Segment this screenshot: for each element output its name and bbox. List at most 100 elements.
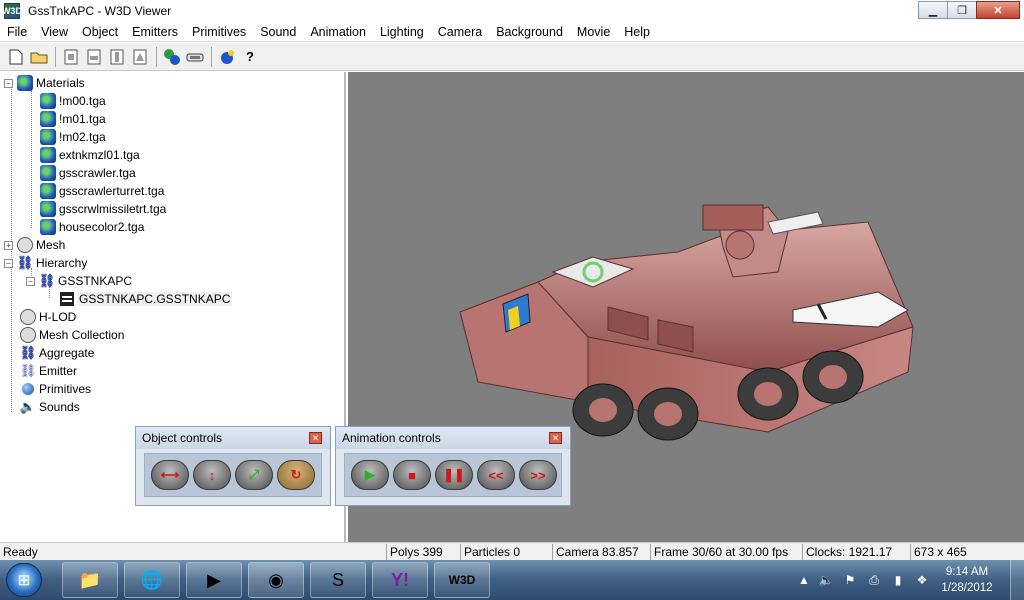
tree-item-mesh[interactable]: + Mesh — [4, 236, 65, 254]
tree-item-hlod[interactable]: H-LOD — [20, 308, 76, 326]
rewind-button[interactable]: << — [477, 460, 515, 490]
status-particles: Particles 0 — [460, 544, 520, 560]
close-button[interactable]: ✕ — [976, 1, 1020, 19]
menu-lighting[interactable]: Lighting — [373, 22, 431, 42]
materials-icon — [17, 75, 33, 91]
w3d-viewer-icon[interactable]: W3D — [434, 562, 490, 598]
rotate-z-button[interactable]: ⤢ — [235, 460, 273, 490]
dropbox-icon[interactable]: ❖ — [914, 572, 930, 588]
view-side-icon[interactable] — [84, 47, 104, 67]
texture-icon — [40, 93, 56, 109]
maximize-button[interactable]: ❐ — [947, 1, 977, 19]
tree-item-material[interactable]: gsscrwlmissiletrt.tga — [40, 200, 166, 218]
tree-item-material[interactable]: !m02.tga — [40, 128, 106, 146]
close-icon[interactable]: ✕ — [309, 432, 322, 444]
devices-icon[interactable]: ⎙ — [866, 572, 882, 588]
menu-primitives[interactable]: Primitives — [185, 22, 253, 42]
hierarchy-icon: ⛓ — [38, 273, 56, 288]
stop-button[interactable]: ■ — [393, 460, 431, 490]
light-icon[interactable] — [217, 47, 237, 67]
media-player-icon[interactable]: ▶ — [186, 562, 242, 598]
tree-item-aggregate[interactable]: ⛓ Aggregate — [20, 344, 95, 362]
mesh-icon — [17, 237, 33, 253]
menu-file[interactable]: File — [0, 22, 34, 42]
clock-date: 1/28/2012 — [941, 582, 993, 594]
rotate-x-button[interactable]: ⟷ — [151, 460, 189, 490]
menu-object[interactable]: Object — [75, 22, 125, 42]
tree-label: gsscrwlmissiletrt.tga — [59, 202, 167, 216]
rotate-free-button[interactable]: ↻ — [277, 460, 315, 490]
open-folder-icon[interactable] — [29, 47, 49, 67]
show-desktop-button[interactable] — [1010, 560, 1024, 600]
network-signal-icon[interactable]: ▮ — [890, 572, 906, 588]
tree-item-primitives[interactable]: Primitives — [20, 380, 91, 398]
view-front-icon[interactable] — [61, 47, 81, 67]
network-icon[interactable]: 🌐 — [124, 562, 180, 598]
panel-title: Object controls — [136, 427, 330, 449]
menu-movie[interactable]: Movie — [570, 22, 617, 42]
tree-label: gsscrawler.tga — [59, 166, 136, 180]
tree-label: H-LOD — [39, 310, 77, 324]
pause-button[interactable]: ❚❚ — [435, 460, 473, 490]
close-icon[interactable]: ✕ — [549, 432, 562, 444]
menu-camera[interactable]: Camera — [431, 22, 489, 42]
tree-item-material[interactable]: !m00.tga — [40, 92, 106, 110]
tree-item-emitter[interactable]: ⛓ Emitter — [20, 362, 77, 380]
collapse-toggle[interactable]: − — [4, 258, 13, 268]
chrome-icon[interactable]: ◉ — [248, 562, 304, 598]
materials-icon[interactable] — [162, 47, 182, 67]
menu-background[interactable]: Background — [489, 22, 570, 42]
tree-line — [31, 90, 32, 228]
help-icon[interactable]: ? — [240, 47, 260, 67]
tree-item-hierarchy[interactable]: − ⛓ Hierarchy — [4, 254, 87, 272]
tree-item-sounds[interactable]: 🔈 Sounds — [20, 398, 80, 416]
settings-icon[interactable] — [185, 47, 205, 67]
tree-label: GSSTNKAPC — [58, 274, 133, 288]
menu-sound[interactable]: Sound — [253, 22, 303, 42]
yahoo-messenger-icon[interactable]: Y! — [372, 562, 428, 598]
tree-label: !m01.tga — [59, 112, 106, 126]
fast-forward-button[interactable]: >> — [519, 460, 557, 490]
menu-help[interactable]: Help — [617, 22, 657, 42]
tree-label: !m00.tga — [59, 94, 106, 108]
status-polys: Polys 399 — [386, 544, 443, 560]
menu-emitters[interactable]: Emitters — [125, 22, 185, 42]
tree-item-animation[interactable]: GSSTNKAPC.GSSTNKAPC — [60, 290, 233, 308]
tree-item-material[interactable]: extnkmzl01.tga — [40, 146, 140, 164]
collapse-toggle[interactable]: − — [4, 78, 13, 88]
tree-item-material[interactable]: housecolor2.tga — [40, 218, 144, 236]
tree-label: Materials — [36, 76, 85, 90]
tree-item-materials[interactable]: − Materials — [4, 74, 85, 92]
object-controls-body: ⟷ ↕ ⤢ ↻ — [144, 453, 322, 497]
tree-item-mesh-collection[interactable]: Mesh Collection — [20, 326, 124, 344]
tree-item-material[interactable]: gsscrawlerturret.tga — [40, 182, 164, 200]
action-center-icon[interactable]: ⚑ — [842, 572, 858, 588]
tree-item-material[interactable]: gsscrawler.tga — [40, 164, 136, 182]
hierarchy-icon: ⛓ — [16, 255, 34, 270]
volume-icon[interactable]: 🔈 — [818, 572, 834, 588]
minimize-button[interactable]: ▁ — [918, 1, 948, 19]
rotate-y-button[interactable]: ↕ — [193, 460, 231, 490]
panel-title: Animation controls — [336, 427, 570, 449]
tree-item-material[interactable]: !m01.tga — [40, 110, 106, 128]
start-button[interactable]: ⊞ — [6, 563, 42, 597]
skype-icon[interactable]: S — [310, 562, 366, 598]
menu-animation[interactable]: Animation — [303, 22, 373, 42]
new-file-icon[interactable] — [6, 47, 26, 67]
toolbar-separator — [156, 46, 157, 67]
tree-item-hierarchy-child[interactable]: − ⛓ GSSTNKAPC — [26, 272, 132, 290]
collapse-toggle[interactable]: − — [26, 276, 35, 286]
clock[interactable]: 9:14 AM 1/28/2012 — [932, 564, 1002, 596]
menu-view[interactable]: View — [34, 22, 75, 42]
status-clocks: Clocks: 1921.17 — [802, 544, 892, 560]
play-button[interactable]: ▶ — [351, 460, 389, 490]
view-top-icon[interactable] — [107, 47, 127, 67]
view-persp-icon[interactable] — [130, 47, 150, 67]
explorer-icon[interactable]: 📁 — [62, 562, 118, 598]
tree-label: extnkmzl01.tga — [59, 148, 140, 162]
texture-icon — [40, 165, 56, 181]
show-hidden-icons-icon[interactable]: ▲ — [796, 572, 812, 588]
status-frame: Frame 30/60 at 30.00 fps — [650, 544, 788, 560]
expand-toggle[interactable]: + — [4, 240, 13, 250]
menu-bar: File View Object Emitters Primitives Sou… — [0, 22, 1024, 42]
